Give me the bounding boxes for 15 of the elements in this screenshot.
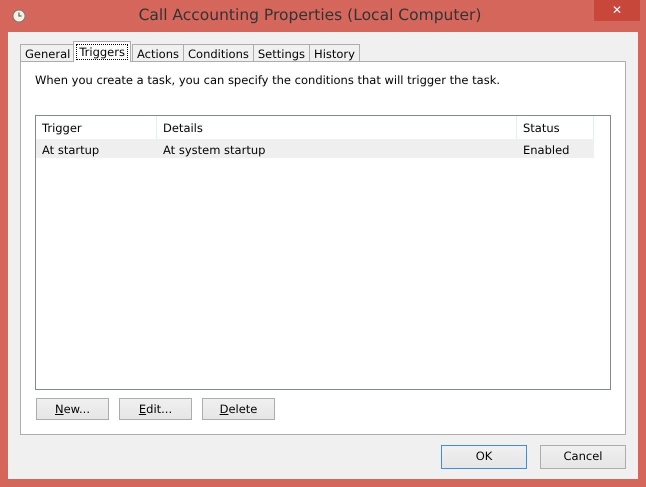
tab[interactable]: Actions <box>132 44 184 62</box>
list-action-button[interactable]: Edit... <box>119 398 192 420</box>
list-action-button[interactable]: New... <box>36 398 109 420</box>
close-button[interactable]: ✕ <box>594 0 640 21</box>
dialog-button[interactable]: OK <box>441 445 527 469</box>
tab[interactable]: Settings <box>252 44 310 62</box>
list-action-button[interactable]: Delete <box>202 398 275 420</box>
list-row[interactable]: At startup At system startup Enabled <box>36 139 594 158</box>
description-text: When you create a task, you can specify the conditions that will trigger the task. <box>35 72 502 89</box>
clock-icon <box>12 9 26 23</box>
tab[interactable]: History <box>309 44 360 62</box>
tab[interactable]: General <box>20 44 76 62</box>
dialog-button[interactable]: Cancel <box>540 445 626 469</box>
window-title: Call Accounting Properties (Local Computer) <box>138 5 482 26</box>
tab[interactable]: Triggers <box>73 41 131 62</box>
